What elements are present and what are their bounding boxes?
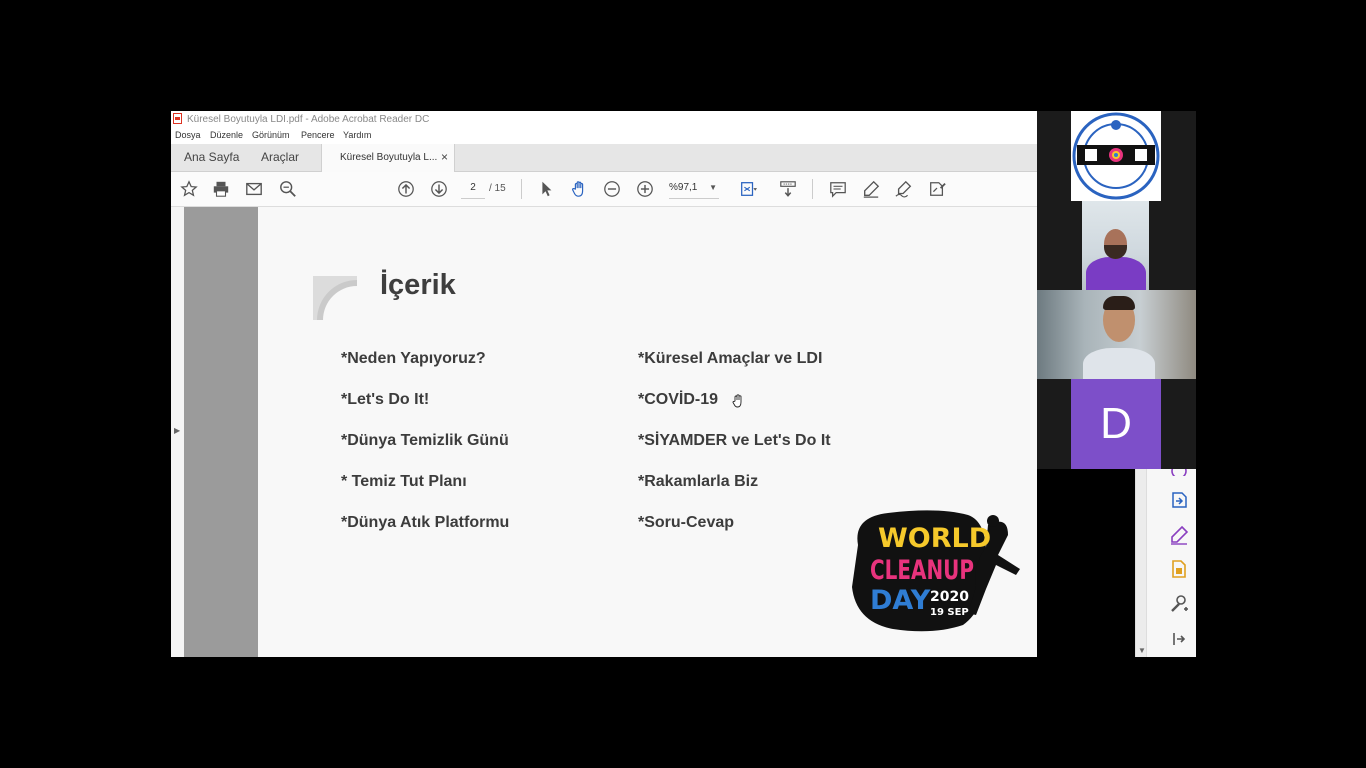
list-item: *Neden Yapıyoruz?	[341, 350, 486, 367]
participant-2-hair	[1103, 296, 1135, 310]
menu-view[interactable]: Görünüm	[252, 130, 290, 140]
toolbar-separator	[812, 179, 813, 199]
video-participants-strip: D	[1037, 111, 1196, 469]
fit-page-icon[interactable]	[738, 179, 758, 199]
menu-help[interactable]: Yardım	[343, 130, 371, 140]
more-tools-icon[interactable]	[1169, 594, 1189, 614]
email-icon[interactable]	[244, 179, 264, 199]
page-title: İçerik	[380, 269, 456, 301]
total-pages: / 15	[489, 183, 506, 194]
page-up-icon[interactable]	[396, 179, 416, 199]
logo-line-day: DAY	[870, 585, 931, 616]
tab-document[interactable]: Küresel Boyutuyla L... ×	[321, 144, 455, 172]
zoom-out-icon[interactable]	[602, 179, 622, 199]
document-viewport[interactable]: ▶ İçerik *Neden Yapıyoruz? *Let's Do It!…	[171, 207, 1037, 657]
tab-home[interactable]: Ana Sayfa	[184, 150, 239, 164]
left-panel-toggle[interactable]: ▶	[171, 207, 185, 657]
participant-1-body	[1086, 257, 1146, 290]
participant-logo-tile[interactable]	[1071, 111, 1161, 201]
list-item: *Dünya Temizlik Günü	[341, 432, 509, 449]
collapse-panel-icon[interactable]	[1169, 629, 1189, 649]
menu-edit[interactable]: Düzenle	[210, 130, 243, 140]
comment-icon[interactable]	[828, 179, 848, 199]
highlight-icon[interactable]	[861, 179, 881, 199]
zoom-in-icon[interactable]	[635, 179, 655, 199]
sign-icon[interactable]	[894, 179, 914, 199]
page-down-icon[interactable]	[429, 179, 449, 199]
tab-document-label: Küresel Boyutuyla L...	[340, 152, 438, 163]
logo-line-world: WORLD	[878, 523, 991, 554]
chevron-down-icon: ▼	[709, 183, 717, 192]
world-cleanup-day-logo: WORLD CLEANUP DAY 2020 19 SEP	[848, 507, 1028, 637]
hand-icon[interactable]	[569, 179, 589, 199]
menu-window[interactable]: Pencere	[301, 130, 335, 140]
scroll-mode-icon[interactable]	[778, 179, 798, 199]
chevron-right-icon[interactable]: ▶	[174, 426, 180, 435]
participant-avatar[interactable]: D	[1071, 379, 1161, 469]
close-tab-icon[interactable]: ×	[441, 150, 448, 164]
menu-file[interactable]: Dosya	[175, 130, 201, 140]
decorative-corner-shape	[313, 276, 357, 320]
window-title: Küresel Boyutuyla LDI.pdf - Adobe Acroba…	[187, 114, 430, 125]
create-pdf-icon[interactable]	[1169, 559, 1189, 579]
logo-date: 19 SEP	[930, 607, 969, 618]
participant-2-body	[1083, 348, 1155, 379]
logo-year: 2020	[930, 589, 969, 605]
fill-sign-icon[interactable]	[1169, 525, 1189, 545]
list-item: * Temiz Tut Planı	[341, 473, 467, 490]
acrobat-window: Küresel Boyutuyla LDI.pdf - Adobe Acroba…	[171, 111, 1037, 657]
vertical-scrollbar[interactable]: ▼	[1135, 468, 1147, 657]
list-item: *SİYAMDER ve Let's Do It	[638, 432, 831, 449]
list-item: *Let's Do It!	[341, 391, 430, 408]
list-item: *Dünya Atık Platformu	[341, 514, 510, 531]
list-item: *Rakamlarla Biz	[638, 473, 759, 490]
pdf-page: İçerik *Neden Yapıyoruz? *Let's Do It! *…	[258, 207, 1037, 657]
export-pdf-icon[interactable]	[1169, 490, 1189, 510]
hand-cursor-icon	[732, 394, 742, 408]
tab-tools[interactable]: Araçlar	[261, 150, 299, 164]
list-item: *COVİD-19	[638, 391, 719, 408]
logo-line-cleanup: CLEANUP	[870, 555, 974, 586]
select-cursor-icon[interactable]	[536, 179, 556, 199]
title-bar: Küresel Boyutuyla LDI.pdf - Adobe Acroba…	[171, 111, 1037, 128]
tab-bar: Ana Sayfa Araçlar Küresel Boyutuyla L...…	[171, 144, 1037, 172]
right-tools-panel: ▼	[1135, 468, 1196, 657]
chevron-down-icon[interactable]: ▼	[1138, 646, 1146, 655]
pdf-file-icon	[173, 113, 182, 124]
organize-pages-icon[interactable]	[1169, 468, 1189, 476]
list-item: *Küresel Amaçlar ve LDI	[638, 350, 823, 367]
page-margin	[184, 207, 258, 657]
zoom-select[interactable]: %97,1 ▼	[669, 182, 719, 199]
search-zoom-icon[interactable]	[278, 179, 298, 199]
participant-camera-1[interactable]	[1082, 201, 1149, 290]
menu-bar: Dosya Düzenle Görünüm Pencere Yardım	[171, 128, 1037, 144]
zoom-value: %97,1	[669, 182, 698, 193]
current-page-input[interactable]: 2	[461, 182, 485, 199]
toolbar: 2 / 15 %97,1 ▼	[171, 172, 1037, 207]
star-icon[interactable]	[179, 179, 199, 199]
edit-pdf-icon[interactable]	[927, 179, 947, 199]
toolbar-separator	[521, 179, 522, 199]
list-item: *Soru-Cevap	[638, 514, 735, 531]
print-icon[interactable]	[211, 179, 231, 199]
club-seal-icon	[1072, 112, 1160, 200]
participant-camera-2[interactable]	[1037, 290, 1196, 379]
